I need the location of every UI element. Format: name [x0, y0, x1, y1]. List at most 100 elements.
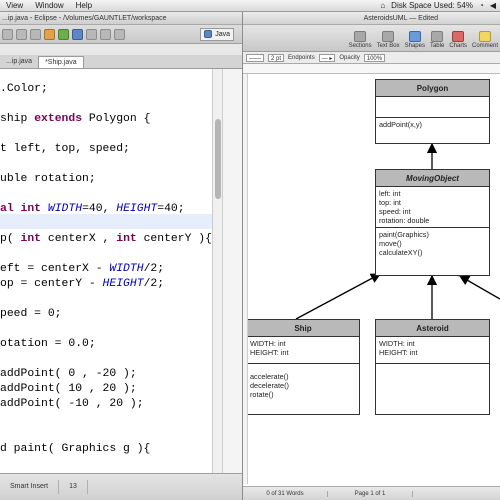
insert-mode: Smart Insert — [0, 480, 60, 494]
uml-class-movingobject[interactable]: MovingObject left: int top: int speed: i… — [375, 169, 490, 276]
code-line[interactable]: ship extends Polygon { — [0, 113, 150, 126]
menu-view[interactable]: View — [0, 1, 29, 10]
perspective-label: Java — [215, 30, 230, 38]
code-line[interactable]: addPoint( -10 , 20 ); — [0, 398, 144, 411]
code-line[interactable]: peed = 0; — [0, 308, 62, 321]
new-icon[interactable] — [2, 28, 13, 40]
table-button[interactable]: Table — [430, 31, 444, 49]
disk-space-status[interactable]: Disk Space Used: 54% — [391, 1, 473, 10]
comment-label: Comment — [471, 43, 498, 49]
table-label: Table — [429, 43, 445, 49]
pages-toolbar: Sections Text Box Shapes Table Charts Co… — [243, 25, 500, 52]
comment-button[interactable]: Comment — [472, 31, 498, 49]
class-name: MovingObject — [376, 170, 489, 187]
method: decelerate() — [250, 381, 289, 390]
method: accelerate() — [250, 372, 289, 381]
opacity-field[interactable]: 100% — [363, 53, 386, 62]
sections-label: Sections — [348, 43, 372, 49]
tab-ship-java[interactable]: *Ship.java — [38, 56, 84, 68]
pages-title: AsteroidsUML — Edited — [243, 12, 500, 25]
code-editor[interactable]: .Color; ship extends Polygon { t left, top… — [0, 69, 212, 473]
eclipse-title: ...ip.java - Eclipse - /Volumes/GAUNTLET… — [0, 12, 242, 25]
attribute: left: int — [379, 189, 401, 198]
class-name: Asteroid — [376, 320, 489, 337]
dropbox-icon[interactable]: ⌂ — [380, 1, 385, 10]
eclipse-window: ...ip.java - Eclipse - /Volumes/GAUNTLET… — [0, 12, 243, 500]
print-icon[interactable] — [30, 28, 41, 40]
page-indicator: Page 1 of 1 — [328, 490, 413, 497]
code-line[interactable]: otation = 0.0; — [0, 338, 96, 351]
method: calculateXY() — [379, 248, 423, 257]
inheritance-arrow-ship-moving — [295, 273, 382, 320]
attribute: HEIGHT: int — [379, 348, 418, 357]
shapes-icon — [408, 31, 421, 42]
run-icon[interactable] — [58, 28, 69, 40]
code-line[interactable]: eft = centerX - WIDTH/2; — [0, 263, 164, 276]
tab-ip-java[interactable]: ...ip.java — [0, 56, 38, 68]
save-icon[interactable] — [16, 28, 27, 40]
shapes-button[interactable]: Shapes — [405, 31, 425, 49]
menu-bar: View Window Help ⌂ Disk Space Used: 54% … — [0, 0, 500, 12]
textbox-button[interactable]: Text Box — [377, 31, 400, 49]
sections-icon — [354, 31, 367, 42]
forward-icon[interactable] — [114, 28, 125, 40]
inheritance-arrow-offscreen — [458, 275, 500, 300]
code-line[interactable]: al int WIDTH=40, HEIGHT=40; — [0, 203, 185, 216]
cursor-position: 13 — [59, 480, 88, 494]
volume-icon[interactable]: ◀ — [490, 1, 496, 10]
attributes-section: WIDTH: int HEIGHT: int — [376, 337, 489, 364]
code-line[interactable]: addPoint( 10 , 20 ); — [0, 383, 137, 396]
charts-label: Charts — [449, 43, 467, 49]
endpoints-label: Endpoints — [288, 54, 315, 61]
menu-help[interactable]: Help — [70, 1, 98, 10]
code-line[interactable]: .Color; — [0, 83, 48, 96]
opacity-label: Opacity — [339, 54, 360, 61]
scrollbar-thumb[interactable] — [215, 119, 221, 199]
code-line[interactable]: addPoint( 0 , -20 ); — [0, 368, 137, 381]
pages-status-bar: 0 of 31 Words Page 1 of 1 — [243, 486, 500, 500]
attribute: HEIGHT: int — [250, 348, 289, 357]
shapes-label: Shapes — [404, 43, 425, 49]
debug-icon[interactable] — [44, 28, 55, 40]
methods-section — [376, 364, 489, 414]
menu-window[interactable]: Window — [29, 1, 69, 10]
code-line[interactable]: d paint( Graphics g ){ — [0, 443, 150, 456]
format-bar: —— 2 pt Endpoints — ▸ Opacity 100% — [243, 52, 500, 64]
code-line[interactable]: op = centerY - HEIGHT/2; — [0, 278, 164, 291]
java-perspective-icon — [204, 30, 213, 38]
method: rotate() — [250, 390, 274, 399]
sections-button[interactable]: Sections — [349, 31, 372, 49]
uml-class-asteroid[interactable]: Asteroid WIDTH: int HEIGHT: int — [375, 319, 490, 415]
attributes-section: left: int top: int speed: int rotation: … — [376, 187, 489, 228]
attributes-section: WIDTH: int HEIGHT: int — [248, 337, 359, 364]
search-icon[interactable] — [86, 28, 97, 40]
code-line[interactable]: t left, top, speed; — [0, 143, 130, 156]
comment-icon — [478, 31, 491, 42]
new-class-icon[interactable] — [72, 28, 83, 40]
uml-class-ship[interactable]: Ship WIDTH: int HEIGHT: int accelerate()… — [248, 319, 360, 415]
attribute: top: int — [379, 198, 401, 207]
methods-section: addPoint(x,y) — [376, 118, 489, 131]
method: addPoint(x,y) — [379, 120, 422, 129]
wifi-icon[interactable]: ◔ — [479, 1, 484, 10]
document-canvas[interactable]: Polygon addPoint(x,y) MovingObject left:… — [248, 74, 500, 484]
current-line-highlight — [0, 214, 212, 229]
editor-scrollbar[interactable] — [212, 69, 222, 473]
class-name: Ship — [248, 320, 359, 337]
methods-section: paint(Graphics) move() calculateXY() — [376, 228, 489, 259]
back-icon[interactable] — [100, 28, 111, 40]
perspective-switcher[interactable]: Java — [200, 27, 234, 41]
line-style-select[interactable]: —— — [246, 53, 264, 62]
overview-ruler — [222, 69, 242, 473]
code-line[interactable]: uble rotation; — [0, 173, 96, 186]
uml-class-polygon[interactable]: Polygon addPoint(x,y) — [375, 79, 490, 144]
charts-button[interactable]: Charts — [449, 31, 467, 49]
line-size-field[interactable]: 2 pt — [268, 53, 285, 62]
method: move() — [379, 239, 402, 248]
horizontal-ruler — [243, 64, 500, 74]
table-icon — [431, 31, 444, 42]
editor-tabs: ...ip.java *Ship.java — [0, 55, 242, 69]
methods-section: accelerate() decelerate() rotate() — [248, 364, 359, 401]
endpoint-select[interactable]: — ▸ — [318, 53, 336, 62]
code-line[interactable]: p( int centerX , int centerY ){ — [0, 233, 212, 246]
